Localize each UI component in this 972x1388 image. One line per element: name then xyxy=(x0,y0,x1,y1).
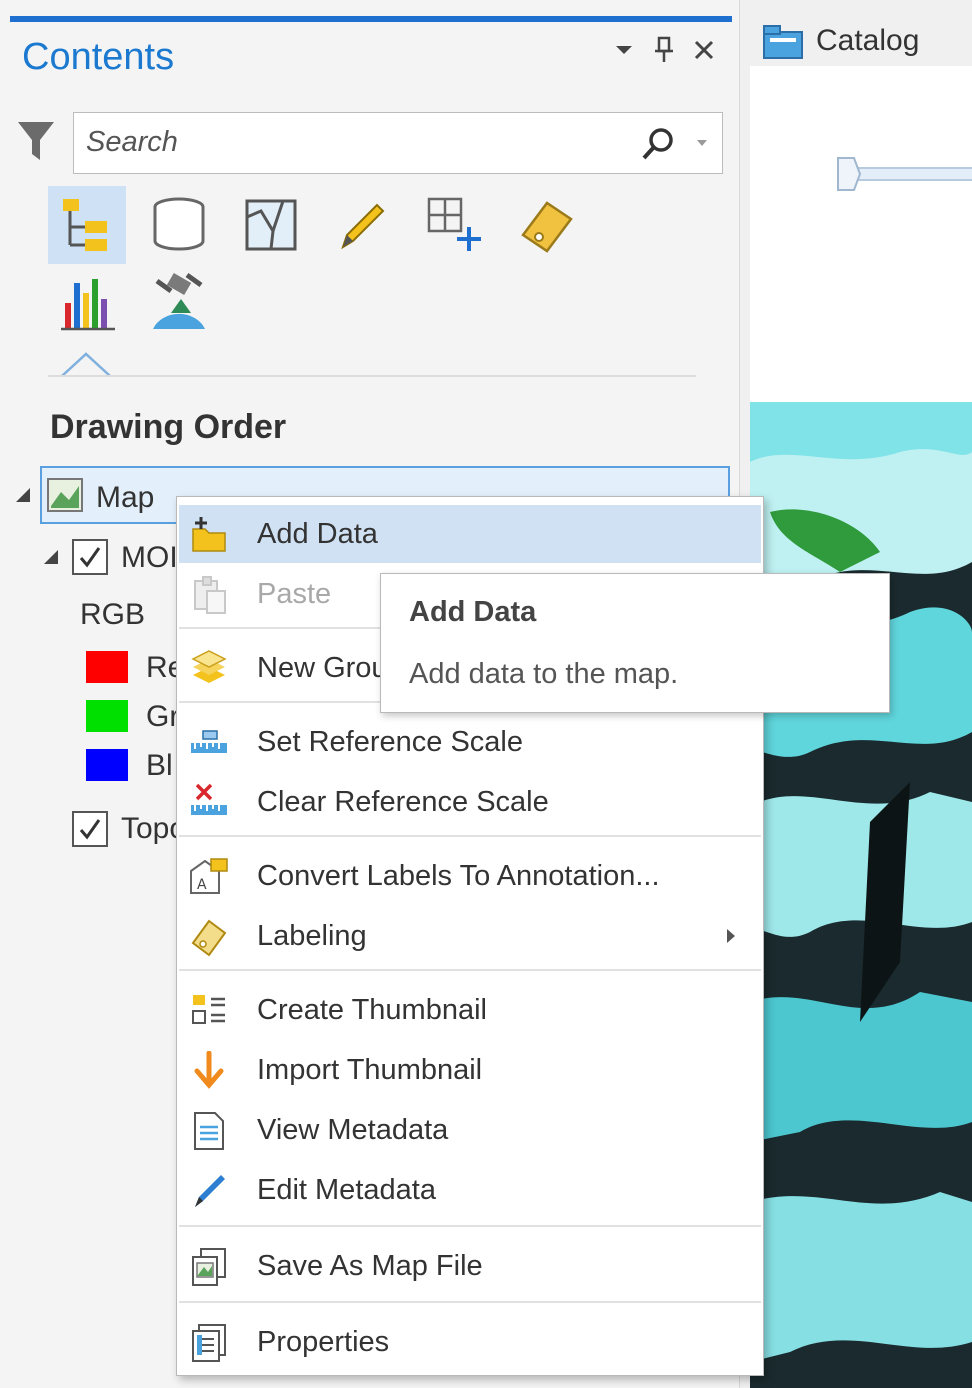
menu-item-add-data[interactable]: Add Data xyxy=(179,505,761,563)
menu-item-label: Clear Reference Scale xyxy=(257,786,549,818)
map-view[interactable] xyxy=(750,66,972,1388)
menu-separator xyxy=(179,1301,761,1303)
view-metadata-icon xyxy=(194,1112,224,1150)
menu-item-save-map-file[interactable]: Save As Map File xyxy=(179,1237,761,1295)
tree-expander-icon[interactable] xyxy=(42,548,60,566)
properties-icon xyxy=(192,1324,226,1362)
import-thumbnail-icon xyxy=(194,1051,224,1089)
pane-options-button[interactable] xyxy=(606,30,642,70)
paste-icon xyxy=(194,576,226,614)
blue-band-swatch xyxy=(86,749,128,781)
tree-item-layer-label[interactable]: MOI xyxy=(121,541,178,575)
check-icon xyxy=(79,547,101,568)
search-icon[interactable] xyxy=(640,126,676,162)
list-by-editing-button[interactable] xyxy=(324,186,402,264)
labeling-icon xyxy=(521,201,573,253)
menu-item-label: Convert Labels To Annotation... xyxy=(257,860,660,892)
menu-item-convert-labels[interactable]: A Convert Labels To Annotation... xyxy=(179,847,761,905)
imagery-icon xyxy=(153,272,205,329)
clear-reference-scale-icon xyxy=(191,783,227,815)
red-band-swatch xyxy=(86,651,128,683)
labeling-icon xyxy=(191,919,227,957)
svg-text:A: A xyxy=(197,877,207,893)
tooltip-title: Add Data xyxy=(409,596,537,628)
create-thumbnail-icon xyxy=(192,995,225,1024)
menu-item-create-thumbnail[interactable]: Create Thumbnail xyxy=(179,981,761,1039)
search-input[interactable] xyxy=(74,113,634,171)
toolbar-divider xyxy=(48,375,696,377)
list-by-snapping-button[interactable] xyxy=(416,186,494,264)
submenu-arrow-icon xyxy=(727,929,735,943)
menu-separator xyxy=(179,969,761,971)
menu-item-properties[interactable]: Properties xyxy=(179,1313,761,1371)
list-by-selection-button[interactable] xyxy=(232,186,310,264)
menu-item-import-thumbnail[interactable]: Import Thumbnail xyxy=(179,1041,761,1099)
menu-item-view-metadata[interactable]: View Metadata xyxy=(179,1101,761,1159)
menu-item-label: Set Reference Scale xyxy=(257,726,523,758)
map-icon xyxy=(47,478,83,512)
rgb-label: RGB xyxy=(80,598,146,631)
menu-item-label: Properties xyxy=(257,1326,390,1358)
tooltip: Add Data Add data to the map. xyxy=(380,573,890,713)
pane-accent-bar xyxy=(10,16,732,22)
check-icon xyxy=(79,819,101,840)
search-box[interactable] xyxy=(73,112,723,174)
list-by-labeling-button[interactable] xyxy=(508,186,586,264)
list-by-data-source-button[interactable] xyxy=(140,186,218,264)
menu-separator xyxy=(179,835,761,837)
chevron-down-icon xyxy=(616,46,632,54)
add-data-icon xyxy=(192,517,226,552)
menu-item-set-reference-scale[interactable]: Set Reference Scale xyxy=(179,713,761,771)
menu-separator xyxy=(179,1225,761,1227)
edit-metadata-icon xyxy=(195,1175,225,1207)
new-group-icon xyxy=(191,650,227,683)
close-icon xyxy=(694,40,714,60)
collapse-toolbar-icon[interactable] xyxy=(58,350,114,378)
tree-item-map-label: Map xyxy=(96,481,155,514)
drawing-order-icon xyxy=(63,199,107,251)
zoom-slider[interactable] xyxy=(834,152,972,196)
list-perspective-imagery-button[interactable] xyxy=(140,264,218,342)
list-charts-button[interactable] xyxy=(48,264,126,342)
tree-expander-icon[interactable] xyxy=(14,486,32,504)
search-options-dropdown[interactable] xyxy=(690,132,714,154)
snapping-icon xyxy=(427,197,481,251)
filter-icon[interactable] xyxy=(16,118,56,164)
tooltip-description: Add data to the map. xyxy=(409,658,679,690)
green-band-swatch xyxy=(86,700,128,732)
charts-icon xyxy=(61,279,115,331)
menu-item-label: Edit Metadata xyxy=(257,1174,436,1206)
editing-icon xyxy=(341,203,385,250)
close-pane-button[interactable] xyxy=(686,30,722,70)
menu-item-clear-reference-scale[interactable]: Clear Reference Scale xyxy=(179,773,761,831)
data-source-icon xyxy=(153,197,205,251)
menu-item-label: Labeling xyxy=(257,920,367,952)
chevron-down-icon xyxy=(697,140,707,146)
menu-item-label: Add Data xyxy=(257,518,378,550)
convert-labels-icon: A xyxy=(190,858,228,894)
menu-item-labeling[interactable]: Labeling xyxy=(179,907,761,965)
selection-icon xyxy=(245,199,297,251)
blue-band-label: Bl xyxy=(146,749,173,782)
menu-item-label: Create Thumbnail xyxy=(257,994,487,1026)
menu-item-label: Save As Map File xyxy=(257,1250,483,1282)
menu-item-label: Import Thumbnail xyxy=(257,1054,483,1086)
menu-item-edit-metadata[interactable]: Edit Metadata xyxy=(179,1161,761,1219)
catalog-icon xyxy=(763,25,803,59)
green-band-label: Gr xyxy=(146,700,180,733)
list-by-drawing-order-button[interactable] xyxy=(48,186,126,264)
save-map-file-icon xyxy=(192,1248,226,1286)
layer-visibility-checkbox[interactable] xyxy=(72,811,108,847)
menu-item-label: Paste xyxy=(257,578,332,610)
section-title: Drawing Order xyxy=(50,408,287,446)
set-reference-scale-icon xyxy=(191,730,227,753)
layer-visibility-checkbox[interactable] xyxy=(72,539,108,575)
satellite-imagery xyxy=(750,402,972,1388)
pin-icon xyxy=(655,36,673,62)
menu-item-label: View Metadata xyxy=(257,1114,449,1146)
pane-title: Contents xyxy=(22,36,175,78)
pin-button[interactable] xyxy=(646,30,682,70)
catalog-tab-label[interactable]: Catalog xyxy=(816,24,919,58)
